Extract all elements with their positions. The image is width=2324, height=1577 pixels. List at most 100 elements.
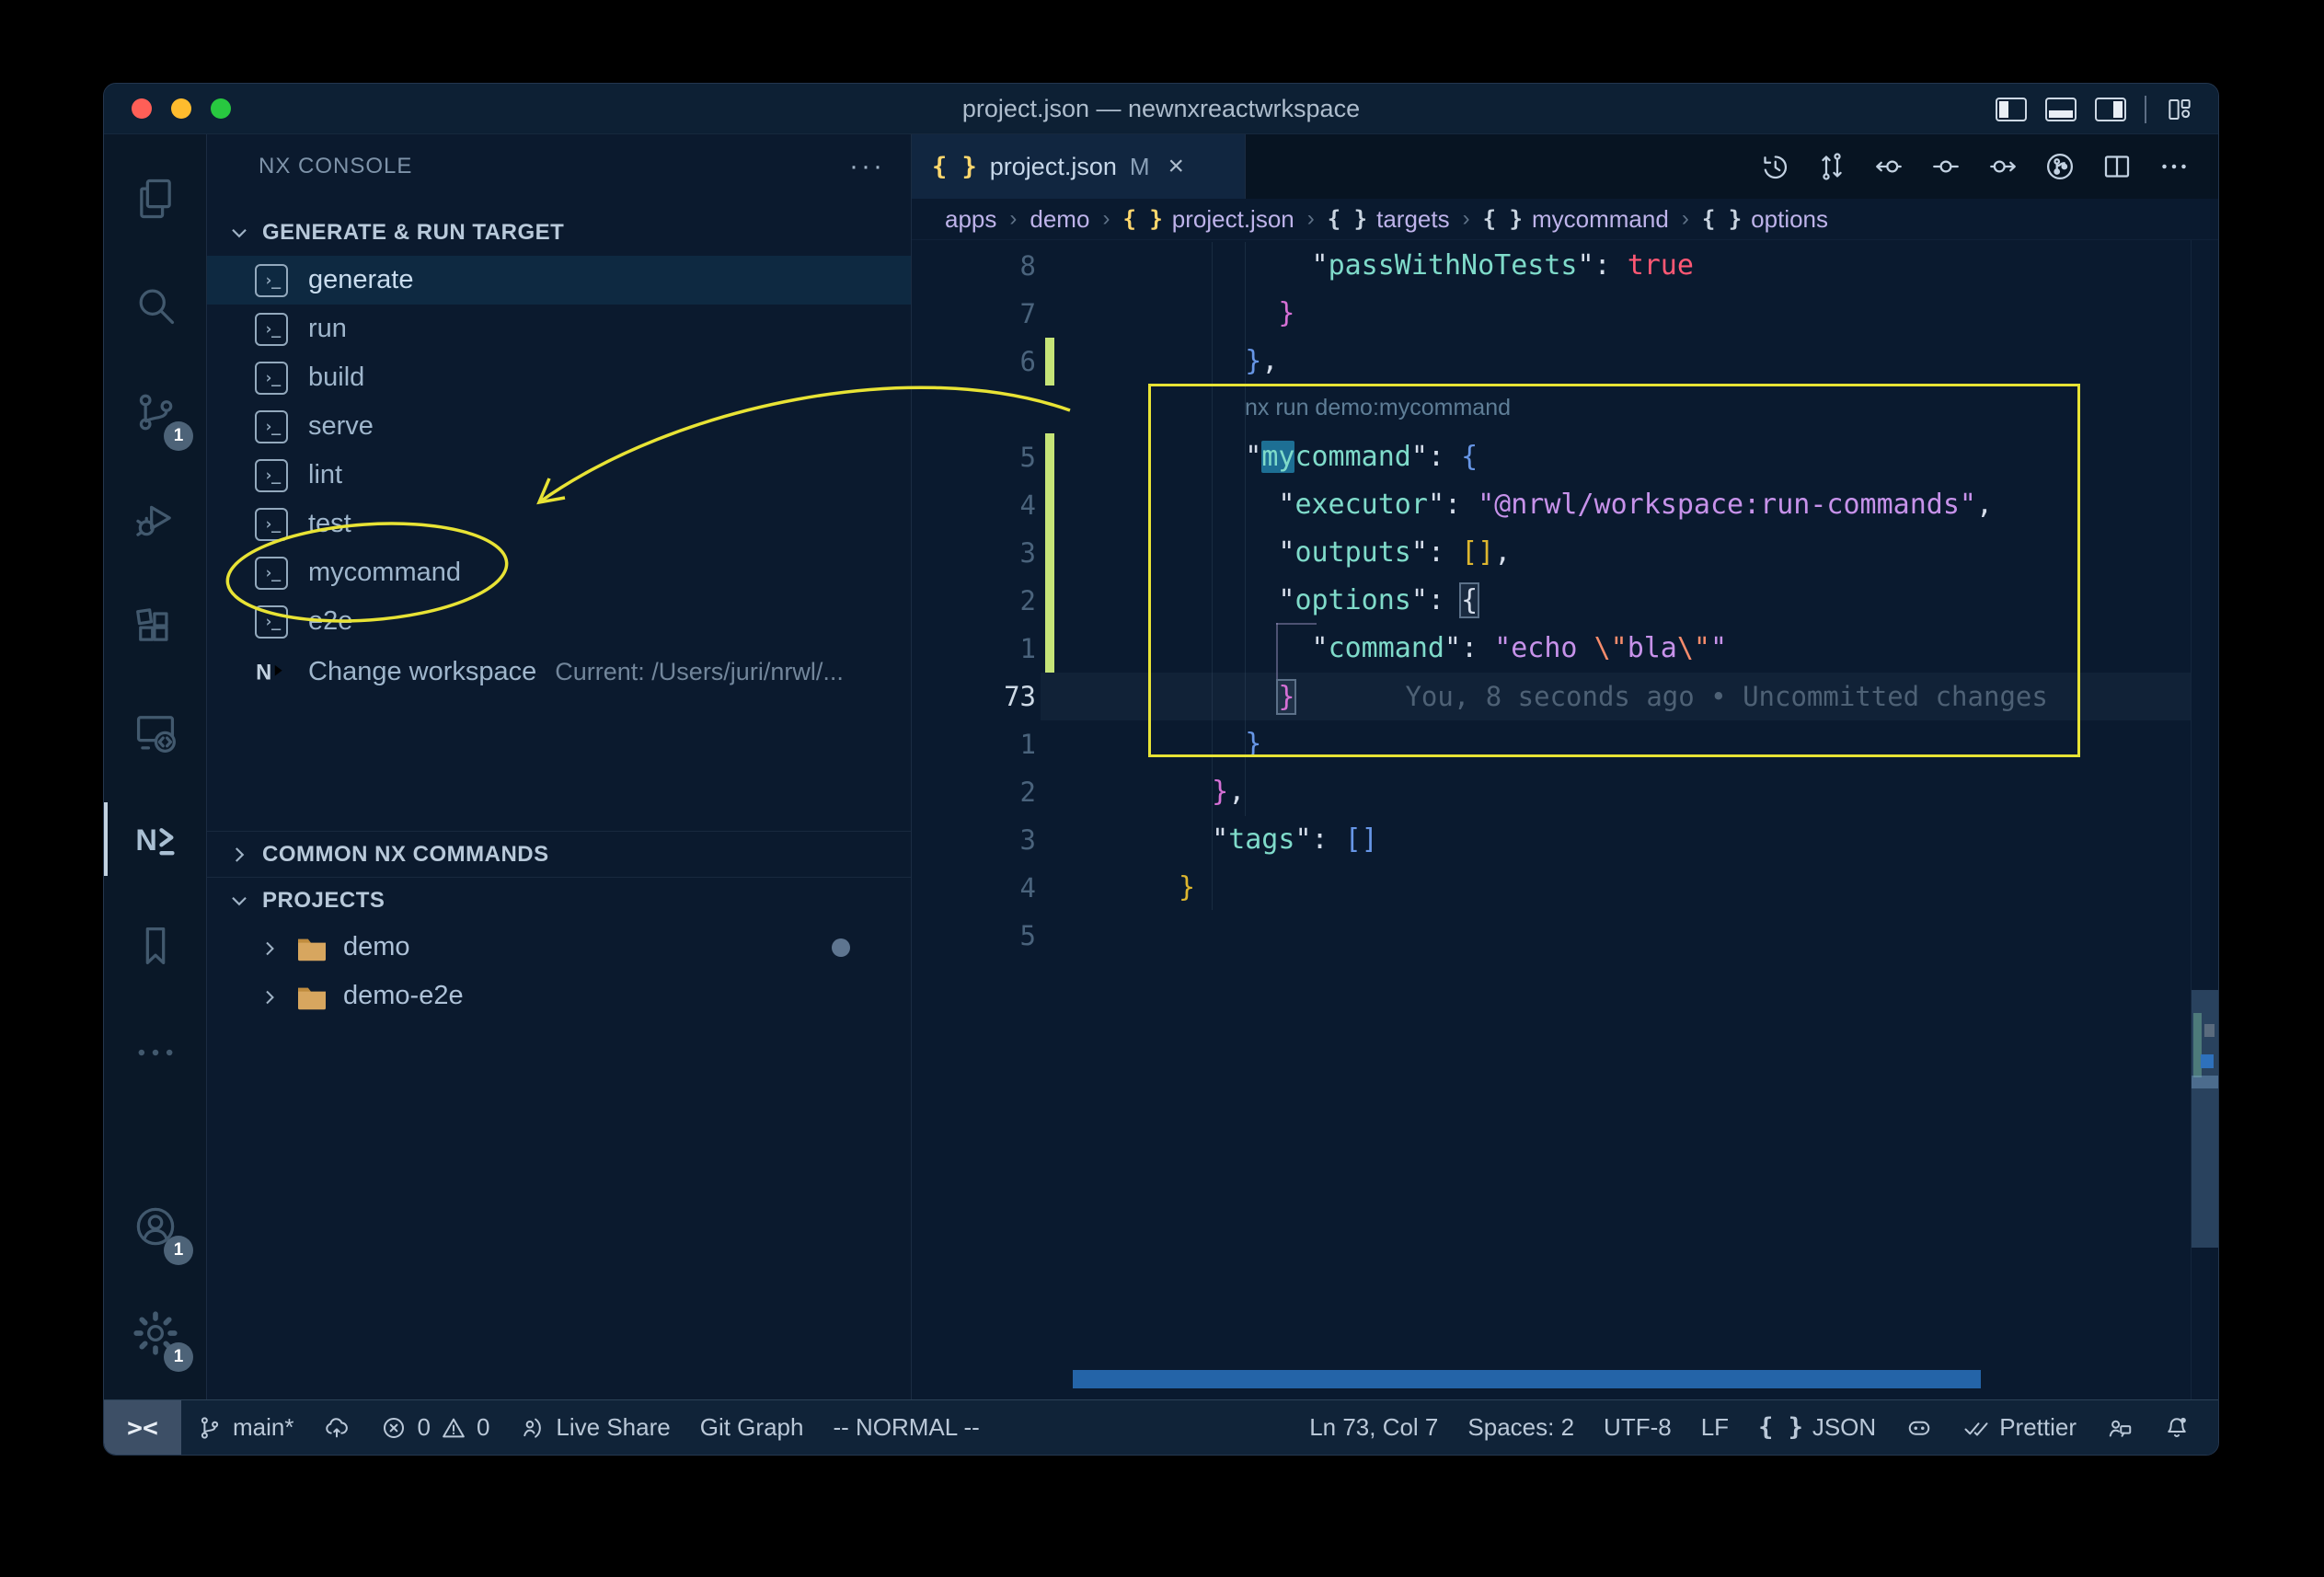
customize-layout-icon[interactable] xyxy=(2165,95,2194,124)
target-item-e2e[interactable]: ›_e2e xyxy=(207,597,911,646)
status-live-share[interactable]: Live Share xyxy=(504,1400,685,1455)
change-workspace-description: Current: /Users/juri/nrwl/... xyxy=(555,658,844,686)
status-feedback[interactable] xyxy=(2091,1400,2148,1455)
code-line[interactable]: 3 "outputs": [], xyxy=(912,529,2191,577)
target-label: test xyxy=(308,509,351,539)
terminal-icon: ›_ xyxy=(255,605,288,639)
status-label: Prettier xyxy=(1999,1413,2077,1442)
timeline-icon[interactable] xyxy=(1758,150,1791,183)
breadcrumb-label: options xyxy=(1751,205,1828,234)
symbol-braces-icon: { } xyxy=(1328,206,1367,232)
section-header-common-nx-commands[interactable]: COMMON NX COMMANDS xyxy=(207,831,911,877)
activity-item-search[interactable] xyxy=(104,252,206,359)
compare-changes-icon[interactable] xyxy=(1815,150,1848,183)
section-header-generate-run-target[interactable]: GENERATE & RUN TARGET xyxy=(207,210,911,256)
line-number: 3 xyxy=(912,816,1036,864)
code-line[interactable]: 73 }You, 8 seconds ago • Uncommitted cha… xyxy=(912,673,2191,720)
breadcrumb-item-targets[interactable]: { }targets xyxy=(1328,205,1450,234)
activity-item-extensions[interactable] xyxy=(104,572,206,679)
target-item-generate[interactable]: ›_generate xyxy=(207,256,911,305)
project-item-demo[interactable]: demo xyxy=(207,923,911,972)
git-blame-annotation: You, 8 seconds ago • Uncommitted changes xyxy=(1405,681,2047,712)
code-line[interactable]: 5 xyxy=(912,912,2191,960)
target-item-mycommand[interactable]: ›_mycommand xyxy=(207,548,911,597)
symbol-braces-icon: { } xyxy=(1483,206,1523,232)
breadcrumb-item-apps[interactable]: apps xyxy=(945,205,996,234)
code-line[interactable]: 4} xyxy=(912,864,2191,912)
liveshare-icon xyxy=(519,1414,546,1442)
folder-icon xyxy=(295,982,328,1011)
code-text: } xyxy=(1179,290,1294,338)
code-line[interactable]: 2 "options": { xyxy=(912,577,2191,625)
project-item-demo-e2e[interactable]: demo-e2e xyxy=(207,972,911,1020)
code-text: } xyxy=(1179,864,1195,912)
code-text: "outputs": [], xyxy=(1179,529,1511,577)
more-actions-icon[interactable] xyxy=(2157,150,2191,183)
status-vim-mode[interactable]: -- NORMAL -- xyxy=(818,1400,994,1455)
code-line[interactable]: 4 "executor": "@nrwl/workspace:run-comma… xyxy=(912,481,2191,529)
status-indentation[interactable]: Spaces: 2 xyxy=(1453,1400,1589,1455)
status-publish[interactable] xyxy=(308,1400,365,1455)
change-workspace-item[interactable]: NChange workspaceCurrent: /Users/juri/nr… xyxy=(207,646,911,697)
tab-project-json[interactable]: { } project.json M × xyxy=(912,134,1246,199)
terminal-icon: ›_ xyxy=(255,410,288,443)
breadcrumb-item-project.json[interactable]: { }project.json xyxy=(1122,205,1294,234)
activity-item-more-views[interactable] xyxy=(104,999,206,1106)
status-git-branch[interactable]: main* xyxy=(181,1400,308,1455)
horizontal-scrollbar[interactable] xyxy=(1073,1370,1981,1388)
code-editor[interactable]: 8 "passWithNoTests": true7 }6 },nx run d… xyxy=(912,240,2218,1399)
next-change-icon[interactable] xyxy=(1986,150,2019,183)
code-line[interactable]: 1 "command": "echo \"bla\"" xyxy=(912,625,2191,673)
modified-gutter-marker xyxy=(1045,433,1054,481)
status-problems[interactable]: 00 xyxy=(365,1400,504,1455)
status-eol[interactable]: LF xyxy=(1686,1400,1743,1455)
split-editor-icon[interactable] xyxy=(2100,150,2134,183)
breadcrumb-item-demo[interactable]: demo xyxy=(1030,205,1089,234)
toggle-secondary-sidebar-icon[interactable] xyxy=(2095,98,2126,121)
section-header-projects[interactable]: PROJECTS xyxy=(207,877,911,923)
sidebar-more-actions[interactable]: ··· xyxy=(849,151,885,182)
svg-text:N: N xyxy=(256,661,271,685)
target-item-serve[interactable]: ›_serve xyxy=(207,402,911,451)
status-remote-indicator[interactable]: >< xyxy=(104,1400,181,1455)
activity-item-explorer[interactable] xyxy=(104,145,206,252)
status-language-mode[interactable]: { }JSON xyxy=(1743,1400,1891,1455)
code-line[interactable]: 7 } xyxy=(912,290,2191,338)
code-line[interactable]: 2 }, xyxy=(912,768,2191,816)
activity-item-nx-console[interactable]: N xyxy=(104,786,206,892)
toggle-sidebar-icon[interactable] xyxy=(1996,98,2027,121)
open-change-icon[interactable] xyxy=(1929,150,1962,183)
overview-ruler[interactable] xyxy=(2191,240,2218,1399)
status-prettier[interactable]: Prettier xyxy=(1948,1400,2091,1455)
activity-item-source-control[interactable]: 1 xyxy=(104,359,206,466)
tab-close-icon[interactable]: × xyxy=(1168,151,1185,182)
activity-item-bookmarks[interactable] xyxy=(104,892,206,999)
code-line[interactable]: 8 "passWithNoTests": true xyxy=(912,242,2191,290)
code-line[interactable]: 5 "mycommand": { xyxy=(912,433,2191,481)
git-graph-view-icon[interactable] xyxy=(2043,150,2077,183)
code-line[interactable]: 1 } xyxy=(912,720,2191,768)
activity-item-accounts[interactable]: 1 xyxy=(104,1173,206,1280)
activity-item-remote-explorer[interactable] xyxy=(104,679,206,786)
toggle-panel-icon[interactable] xyxy=(2045,98,2077,121)
codelens-run-command[interactable]: nx run demo:mycommand xyxy=(1245,386,1511,430)
breadcrumb-item-options[interactable]: { }options xyxy=(1702,205,1828,234)
previous-change-icon[interactable] xyxy=(1872,150,1905,183)
activity-item-settings[interactable]: 1 xyxy=(104,1280,206,1387)
breadcrumb-item-mycommand[interactable]: { }mycommand xyxy=(1483,205,1669,234)
target-item-run[interactable]: ›_run xyxy=(207,305,911,353)
code-line[interactable]: nx run demo:mycommand xyxy=(912,386,2191,433)
code-line[interactable]: 3 "tags": [] xyxy=(912,816,2191,864)
target-item-lint[interactable]: ›_lint xyxy=(207,451,911,500)
status-cursor-position[interactable]: Ln 73, Col 7 xyxy=(1294,1400,1453,1455)
target-label: lint xyxy=(308,460,342,490)
status-copilot[interactable] xyxy=(1891,1400,1948,1455)
status-encoding[interactable]: UTF-8 xyxy=(1589,1400,1686,1455)
code-line[interactable]: 6 }, xyxy=(912,338,2191,386)
target-item-build[interactable]: ›_build xyxy=(207,353,911,402)
modified-gutter-marker xyxy=(1045,577,1054,625)
status-notifications[interactable] xyxy=(2148,1400,2205,1455)
target-item-test[interactable]: ›_test xyxy=(207,500,911,548)
status-git-graph[interactable]: Git Graph xyxy=(685,1400,819,1455)
activity-item-run-debug[interactable] xyxy=(104,466,206,572)
